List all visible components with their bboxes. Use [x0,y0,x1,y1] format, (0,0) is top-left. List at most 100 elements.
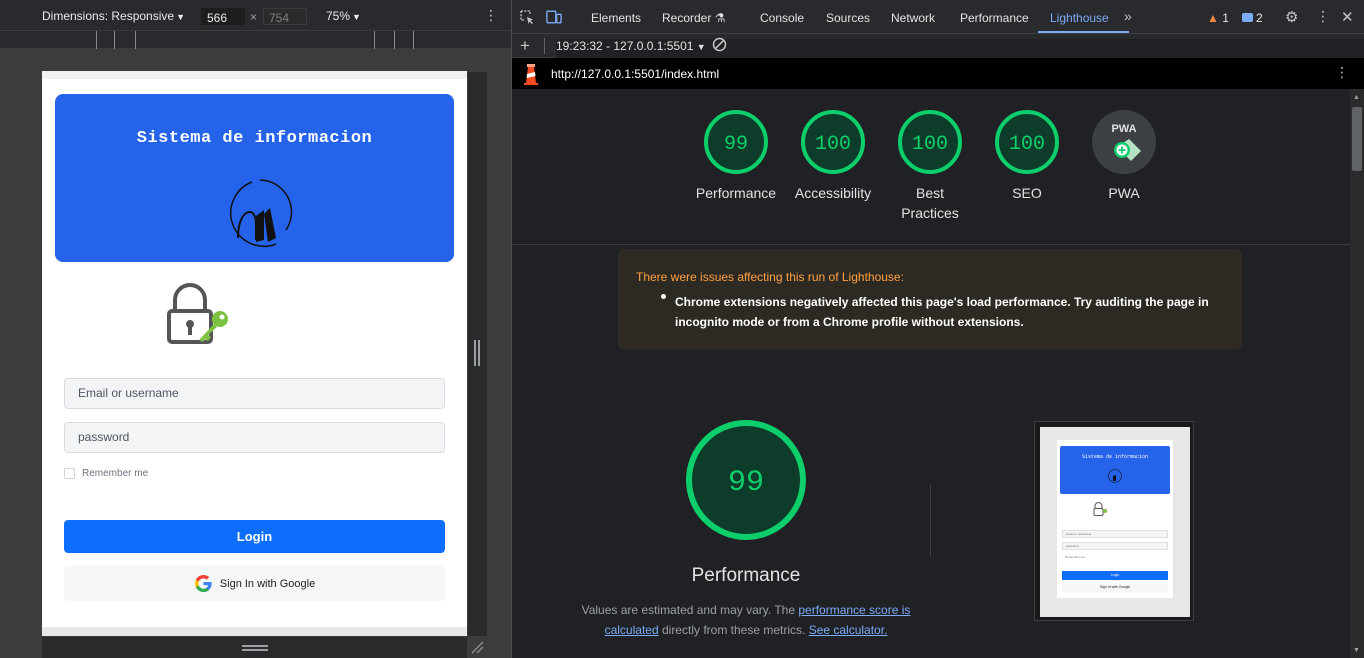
gauge-seo[interactable]: 100 SEO [977,109,1077,203]
message-icon [1242,13,1253,22]
tab-performance[interactable]: Performance [960,11,1029,25]
report-url[interactable]: http://127.0.0.1:5501/index.html [551,67,719,81]
emulated-page: Sistema de informacion Email or username… [42,71,467,636]
performance-description: Values are estimated and may vary. The p… [576,600,916,640]
screenshot-page: Sistema de informacion Email or username [1040,427,1190,617]
screenshot-email: Email or username [1062,530,1168,538]
report-url-bar: http://127.0.0.1:5501/index.html ⋮ [512,58,1364,89]
report-scrollbar[interactable]: ▲ ▼ [1350,89,1364,658]
screenshot-google: Sign In with Google [1062,583,1168,592]
warnings-counter[interactable]: ▲ 1 [1207,11,1229,25]
warning-icon: ▲ [1207,11,1219,25]
scroll-down-icon[interactable]: ▼ [1353,647,1360,654]
corner-resize-icon[interactable] [470,640,484,654]
tab-recorder[interactable]: Recorder ⚗ [662,11,725,25]
gauge-label: Accessibility [794,185,872,201]
ruler-mark [114,31,115,49]
devtools-panel: Elements Recorder ⚗ Console Sources Netw… [512,0,1364,658]
messages-counter[interactable]: 2 [1242,11,1263,25]
more-options-icon[interactable]: ⋮ [1316,8,1330,25]
new-report-icon[interactable]: + [520,36,530,56]
close-icon[interactable]: ✕ [1341,8,1354,26]
score-ring: 100 [995,110,1059,174]
clear-reports-icon[interactable] [712,37,727,52]
width-resize-handle[interactable] [468,72,487,636]
google-signin-button[interactable]: Sign In with Google [64,566,445,601]
pwa-badge-icon: PWA [1092,110,1156,174]
ruler-mark [374,31,375,49]
google-label: Sign In with Google [219,577,316,590]
screenshot-logo-icon [1108,469,1122,483]
devtools-tabbar: Elements Recorder ⚗ Console Sources Netw… [512,0,1364,34]
run-warnings: There were issues affecting this run of … [618,249,1242,350]
pwa-badge-text: PWA [1111,123,1136,135]
screenshot-login: Login [1062,571,1168,580]
desc-prefix: Values are estimated and may vary. The [581,603,799,617]
see-calculator-link[interactable]: See calculator. [809,623,888,637]
gauge-accessibility[interactable]: 100 Accessibility [783,109,883,203]
warning-item: Chrome extensions negatively affected th… [675,295,1209,329]
header-card: Sistema de informacion [55,94,454,262]
gauge-pwa[interactable]: PWA PWA [1074,109,1174,203]
final-screenshot[interactable]: Sistema de informacion Email or username [1034,421,1194,621]
password-field[interactable]: password [64,422,445,453]
dimensions-label: Dimensions: Responsive [42,9,175,23]
ruler-mark [413,31,414,49]
gauge-performance[interactable]: 99 Performance [686,109,786,203]
gauge-label: PWA [1108,185,1140,201]
score-value: 100 [1009,133,1045,156]
gauge-best-practices[interactable]: 100 Best Practices [880,109,980,223]
big-score-value: 99 [728,466,764,500]
remember-checkbox[interactable] [64,468,75,479]
performance-title: Performance [691,565,801,586]
brand-logo-icon [230,179,293,247]
tab-lighthouse[interactable]: Lighthouse [1050,11,1109,25]
more-tabs-icon[interactable]: » [1124,8,1132,24]
height-resize-handle[interactable] [42,637,467,658]
device-toolbar-icon[interactable] [546,9,562,25]
messages-count: 2 [1256,11,1263,25]
zoom-dropdown[interactable]: 75% ▼ [326,9,361,23]
score-ring: 100 [801,110,865,174]
ruler-mark [394,31,395,49]
login-button[interactable]: Login [64,520,445,553]
scrollbar-thumb[interactable] [1352,107,1362,171]
tab-console[interactable]: Console [760,11,804,25]
gauge-label: Performance [695,185,777,201]
width-input[interactable]: 566 [201,8,245,25]
tab-network[interactable]: Network [891,11,935,25]
screenshot-title: Sistema de informacion [1081,454,1148,460]
report-menu-icon[interactable]: ⋮ [1335,64,1349,81]
lighthouse-toolbar: + 19:23:32 - 127.0.0.1:5501 ▼ [512,34,1364,608]
settings-gear-icon[interactable]: ⚙ [1285,8,1298,26]
device-emulation-pane: Dimensions: Responsive ▼ 566 × 754 75% ▼ ⋮… [0,0,511,658]
media-query-ruler[interactable] [0,31,511,49]
scroll-up-icon[interactable]: ▲ [1353,94,1360,101]
lighthouse-report: 99 Performance 100 Accessibility 100 Bes… [512,89,1350,658]
warning-title: There were issues affecting this run of … [636,270,904,284]
flask-icon: ⚗ [714,11,726,25]
screen: Dimensions: Responsive ▼ 566 × 754 75% ▼ ⋮… [0,0,1364,658]
screenshot-header: Sistema de informacion [1060,446,1170,494]
performance-big-gauge[interactable]: 99 [684,418,808,542]
remember-me[interactable]: Remember me [64,468,148,479]
toolbar-separator [544,38,545,54]
header-title: Sistema de informacion [136,129,373,148]
gauge-label: Best Practices [901,185,959,221]
times-icon: × [250,10,258,24]
inspect-element-icon[interactable] [519,9,535,25]
dimensions-dropdown[interactable]: Dimensions: Responsive ▼ [42,9,185,23]
height-input[interactable]: 754 [263,8,307,25]
email-field[interactable]: Email or username [64,378,445,409]
tab-recorder-label: Recorder [662,11,712,25]
more-options-icon[interactable]: ⋮ [484,7,498,24]
lighthouse-logo-icon [524,64,538,85]
score-value: 100 [912,133,948,156]
score-ring: 99 [704,110,768,174]
active-tab-indicator [1038,31,1129,33]
page-bottombar [42,627,467,636]
section-divider [512,244,1350,245]
score-value: 100 [815,133,851,156]
tab-sources[interactable]: Sources [826,11,870,25]
tab-elements[interactable]: Elements [591,11,641,25]
